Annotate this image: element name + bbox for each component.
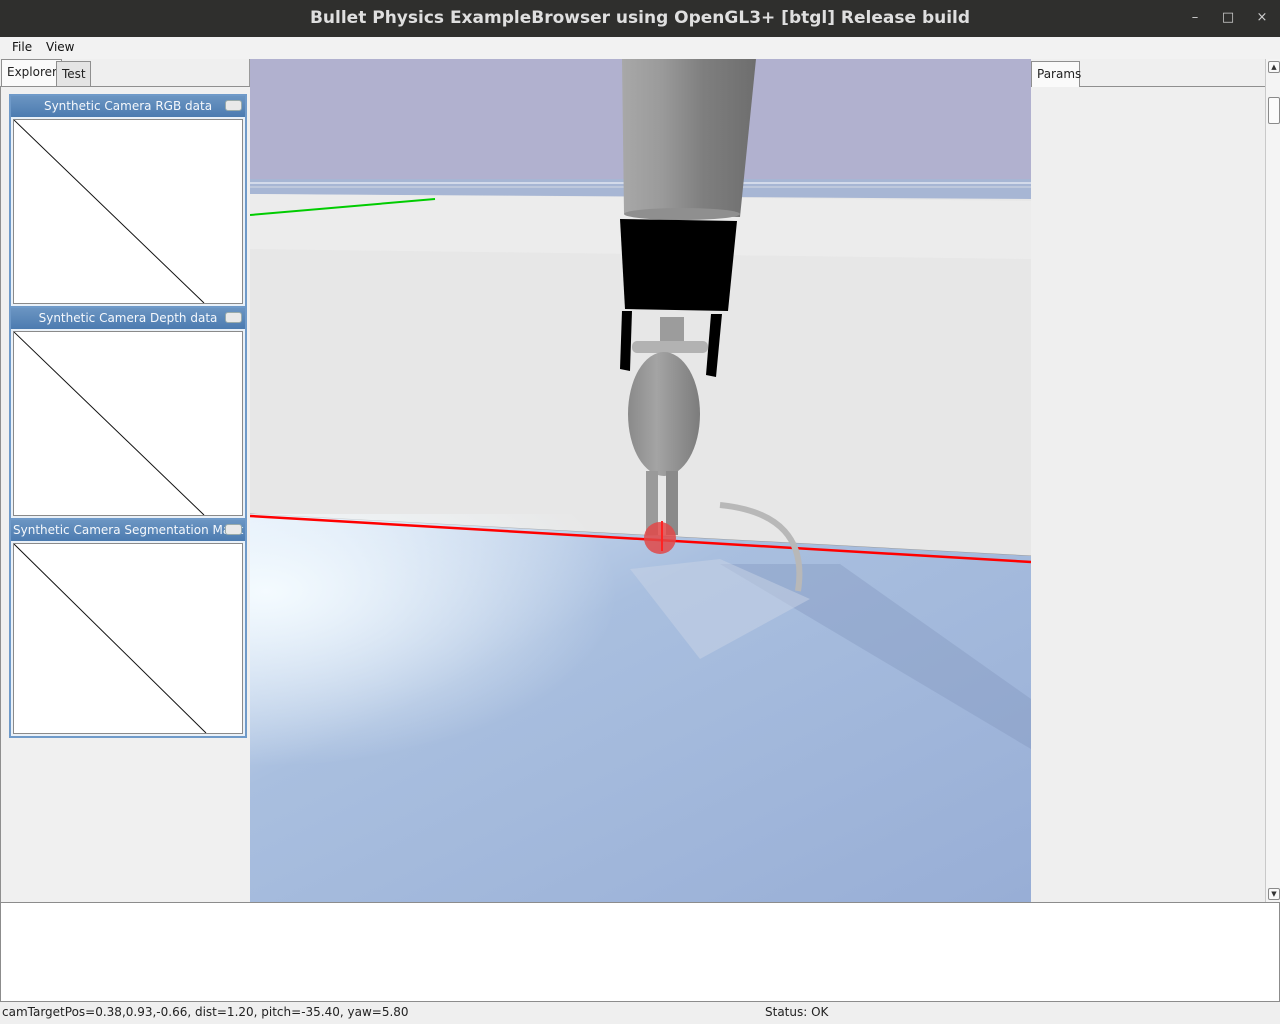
scroll-down-button[interactable]: ▼ (1268, 888, 1280, 900)
camera-segmentation-title-text: Synthetic Camera Segmentation Mask (13, 523, 244, 537)
camera-rgb-window[interactable]: Synthetic Camera RGB data (9, 94, 247, 308)
params-panel: Params ▲ ▼ (1031, 59, 1280, 902)
camera-segmentation-window-title[interactable]: Synthetic Camera Segmentation Mask (11, 520, 245, 541)
window-titlebar: Bullet Physics ExampleBrowser using Open… (0, 0, 1280, 37)
camera-depth-window[interactable]: Synthetic Camera Depth data (9, 306, 247, 520)
camera-info-text: camTargetPos=0.38,0.93,-0.66, dist=1.20,… (2, 1005, 409, 1019)
scroll-up-button[interactable]: ▲ (1268, 61, 1280, 73)
camera-depth-window-title[interactable]: Synthetic Camera Depth data (11, 308, 245, 329)
status-text: Status: OK (765, 1005, 829, 1019)
params-tab-divider (1080, 86, 1265, 87)
camera-rgb-title-text: Synthetic Camera RGB data (43, 99, 213, 113)
console-output[interactable] (0, 902, 1280, 1002)
empty-image-cross-icon (13, 543, 207, 734)
params-scrollbar[interactable]: ▲ ▼ (1265, 59, 1280, 902)
camera-rgb-window-title[interactable]: Synthetic Camera RGB data (11, 96, 245, 117)
menu-file[interactable]: File (12, 40, 32, 54)
status-bar: camTargetPos=0.38,0.93,-0.66, dist=1.20,… (0, 1002, 1280, 1024)
empty-image-cross-icon (13, 331, 205, 516)
window-title: Bullet Physics ExampleBrowser using Open… (309, 8, 971, 28)
maximize-button[interactable]: □ (1218, 8, 1238, 28)
camera-depth-title-text: Synthetic Camera Depth data (38, 311, 218, 325)
camera-depth-minimize-button[interactable] (225, 312, 242, 323)
tab-test[interactable]: Test (56, 61, 91, 86)
camera-segmentation-minimize-button[interactable] (225, 524, 242, 535)
camera-rgb-minimize-button[interactable] (225, 100, 242, 111)
scene-render[interactable] (250, 59, 1031, 902)
tab-explorer[interactable]: Explorer (1, 59, 62, 86)
camera-segmentation-window[interactable]: Synthetic Camera Segmentation Mask (9, 518, 247, 738)
camera-rgb-image (13, 119, 243, 304)
3d-viewport[interactable] (250, 59, 1031, 902)
camera-segmentation-image (13, 543, 243, 734)
minimize-button[interactable]: – (1185, 8, 1205, 28)
menu-view[interactable]: View (46, 40, 74, 54)
tab-params[interactable]: Params (1031, 61, 1081, 87)
close-button[interactable]: × (1252, 8, 1272, 28)
empty-image-cross-icon (13, 119, 205, 304)
scroll-thumb[interactable] (1268, 97, 1280, 124)
camera-depth-image (13, 331, 243, 516)
menu-bar: File View (0, 37, 1280, 59)
